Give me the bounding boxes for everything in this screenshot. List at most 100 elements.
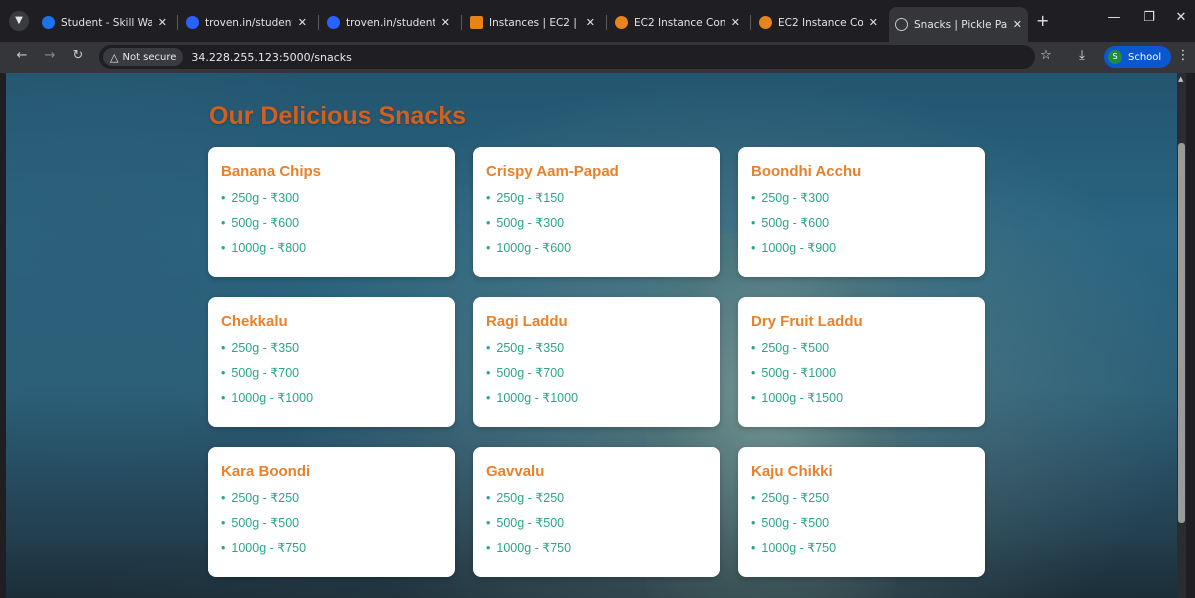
aws-favicon-icon [470,16,483,29]
product-name: Ragi Laddu [486,313,568,330]
tab-ec2-connect-2[interactable]: EC2 Instance Connec ✕ [753,10,884,35]
price-option: 250g - ₹300 [221,189,442,214]
price-option: 1000g - ₹1000 [221,389,442,414]
close-icon[interactable]: ✕ [731,16,740,29]
price-list: 250g - ₹300500g - ₹6001000g - ₹800 [221,189,442,264]
price-option: 500g - ₹300 [486,214,707,239]
aws-cube-icon [615,16,628,29]
product-card: Kara Boondi 250g - ₹250500g - ₹5001000g -… [208,447,455,577]
product-card: Gavvalu 250g - ₹250500g - ₹5001000g - ₹75… [473,447,720,577]
product-card: Kaju Chikki 250g - ₹250500g - ₹5001000g -… [738,447,985,577]
tab-title: troven.in/students/la [205,16,292,29]
forward-arrow-icon[interactable]: → [41,48,59,63]
tab-title: EC2 Instance Connec [778,16,863,29]
skill-wallet-favicon-icon [42,16,55,29]
price-option: 1000g - ₹1500 [751,389,972,414]
browser-tab-strip: ▼ Student - Skill Wallet ✕ troven.in/stu… [0,0,1195,42]
tab-title: EC2 Instance Connec [634,16,725,29]
price-option: 250g - ₹150 [486,189,707,214]
price-option: 250g - ₹500 [751,339,972,364]
page-viewport: Our Delicious Snacks Banana Chips 250g - … [6,73,1186,598]
product-card: Boondhi Acchu 250g - ₹300500g - ₹6001000g… [738,147,985,277]
price-option: 1000g - ₹900 [751,239,972,264]
troven-favicon-icon [327,16,340,29]
price-list: 250g - ₹350500g - ₹7001000g - ₹1000 [486,339,707,414]
price-option: 250g - ₹300 [751,189,972,214]
kebab-menu-icon[interactable]: ⋮ [1174,48,1192,63]
product-name: Banana Chips [221,163,322,180]
price-list: 250g - ₹250500g - ₹5001000g - ₹750 [221,489,442,564]
price-option: 1000g - ₹800 [221,239,442,264]
tab-snacks-active[interactable]: Snacks | Pickle Parad ✕ [889,7,1028,42]
product-name: Boondhi Acchu [751,163,862,180]
product-name: Chekkalu [221,313,288,330]
restore-icon[interactable]: ❐ [1139,10,1159,25]
tab-divider [750,15,751,30]
address-bar[interactable]: △ Not secure 34.228.255.123:5000/snacks [99,45,1035,69]
tab-title: Snacks | Pickle Parad [914,18,1007,31]
tab-title: Instances | EC2 | us-e [489,16,580,29]
close-icon[interactable]: ✕ [441,16,450,29]
window-close-icon[interactable]: ✕ [1171,10,1191,25]
price-option: 500g - ₹500 [751,514,972,539]
product-name: Kara Boondi [221,463,311,480]
not-secure-chip[interactable]: △ Not secure [103,48,184,66]
tab-divider [461,15,462,30]
globe-icon [895,18,908,31]
tab-ec2-instances[interactable]: Instances | EC2 | us-e ✕ [464,10,601,35]
product-name: Crispy Aam-Papad [486,163,619,180]
page-title: Our Delicious Snacks [209,102,467,130]
product-name: Gavvalu [486,463,545,480]
product-card: Banana Chips 250g - ₹300500g - ₹6001000g … [208,147,455,277]
price-list: 250g - ₹250500g - ₹5001000g - ₹750 [486,489,707,564]
price-option: 1000g - ₹750 [221,539,442,564]
price-option: 1000g - ₹750 [486,539,707,564]
page-scrollbar[interactable]: ▲ [1177,73,1186,598]
tab-search-icon[interactable]: ▼ [9,11,29,31]
price-option: 500g - ₹500 [486,514,707,539]
tab-ec2-connect-1[interactable]: EC2 Instance Connec ✕ [609,10,746,35]
price-list: 250g - ₹300500g - ₹6001000g - ₹900 [751,189,972,264]
url-text[interactable]: 34.228.255.123:5000/snacks [191,51,351,64]
tab-divider [177,15,178,30]
browser-toolbar: ← → ↻ △ Not secure 34.228.255.123:5000/s… [0,42,1195,73]
price-option: 250g - ₹250 [221,489,442,514]
price-list: 250g - ₹350500g - ₹7001000g - ₹1000 [221,339,442,414]
close-icon[interactable]: ✕ [586,16,595,29]
new-tab-plus-icon[interactable]: + [1036,11,1049,31]
tab-student-skill-wallet[interactable]: Student - Skill Wallet ✕ [36,10,173,35]
price-option: 250g - ₹350 [221,339,442,364]
tab-troven-2[interactable]: troven.in/students/la ✕ [321,10,456,35]
product-card: Ragi Laddu 250g - ₹350500g - ₹7001000g - … [473,297,720,427]
aws-cube-icon [759,16,772,29]
price-option: 500g - ₹500 [221,514,442,539]
back-arrow-icon[interactable]: ← [13,48,31,63]
price-option: 500g - ₹700 [486,364,707,389]
product-card: Dry Fruit Laddu 250g - ₹500500g - ₹100010… [738,297,985,427]
tab-troven-1[interactable]: troven.in/students/la ✕ [180,10,313,35]
price-option: 500g - ₹700 [221,364,442,389]
close-icon[interactable]: ✕ [1013,18,1022,31]
price-option: 1000g - ₹750 [751,539,972,564]
close-icon[interactable]: ✕ [869,16,878,29]
scrollbar-thumb[interactable] [1178,143,1185,523]
price-option: 250g - ₹250 [751,489,972,514]
product-card: Crispy Aam-Papad 250g - ₹150500g - ₹30010… [473,147,720,277]
security-label: Not secure [122,51,177,63]
product-grid: Banana Chips250g - ₹300500g - ₹6001000g … [208,147,986,577]
download-icon[interactable]: ⤓ [1073,48,1091,63]
price-list: 250g - ₹500500g - ₹10001000g - ₹1500 [751,339,972,414]
bookmark-star-icon[interactable]: ☆ [1037,48,1055,63]
scroll-up-arrow-icon[interactable]: ▲ [1178,75,1183,83]
close-icon[interactable]: ✕ [158,16,167,29]
price-list: 250g - ₹150500g - ₹3001000g - ₹600 [486,189,707,264]
profile-button[interactable]: S School [1104,46,1172,68]
reload-icon[interactable]: ↻ [69,48,87,63]
product-name: Kaju Chikki [751,463,833,480]
close-icon[interactable]: ✕ [298,16,307,29]
price-option: 250g - ₹350 [486,339,707,364]
price-option: 500g - ₹600 [751,214,972,239]
minimize-icon[interactable]: — [1104,10,1124,25]
tab-divider [606,15,607,30]
tab-title: Student - Skill Wallet [61,16,152,29]
